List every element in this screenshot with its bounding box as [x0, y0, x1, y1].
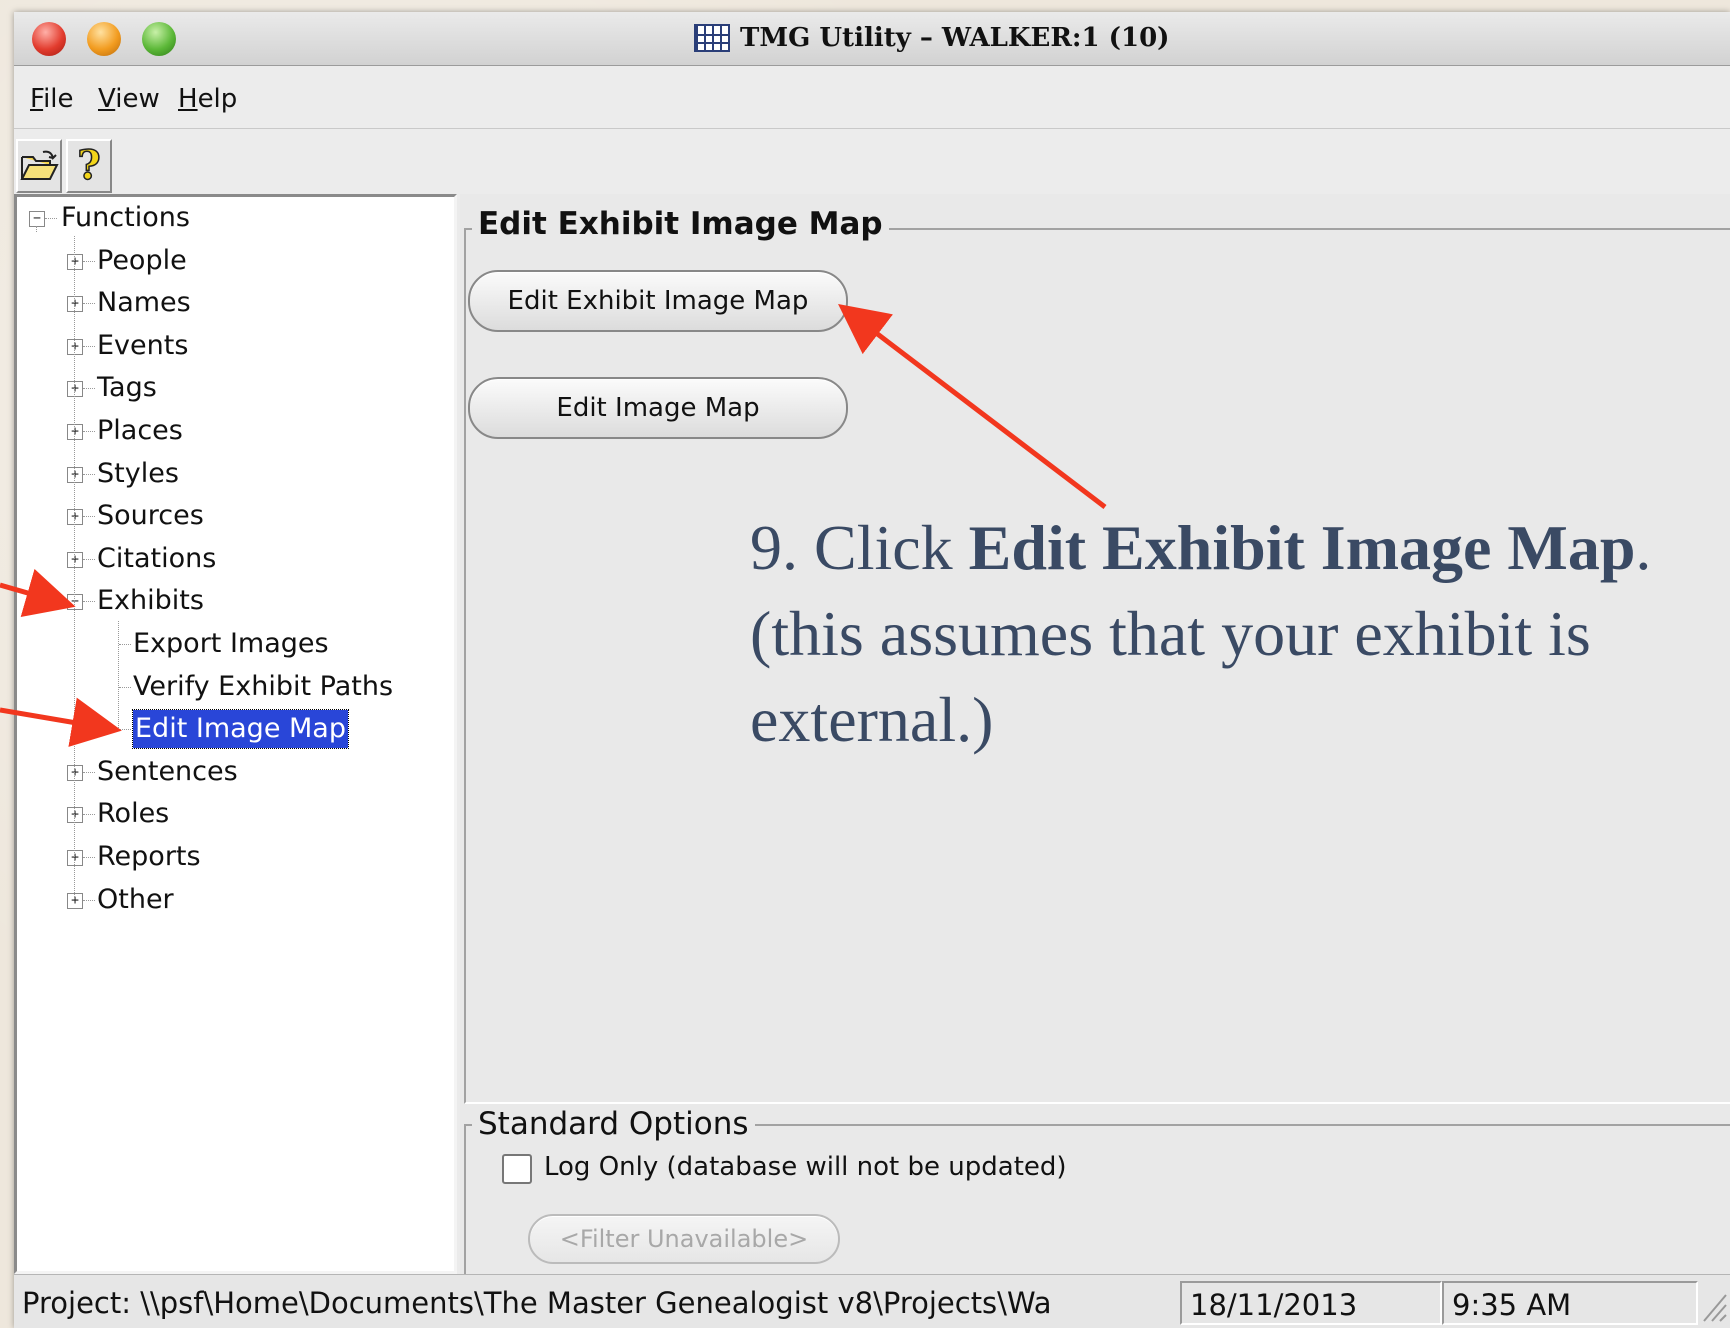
window-title: TMG Utility – WALKER:1 (10)	[740, 23, 1170, 53]
status-bar: Project: \\psf\Home\Documents\The Master…	[14, 1274, 1730, 1328]
resize-grip-icon[interactable]	[1700, 1289, 1728, 1323]
tree-connector	[83, 899, 95, 901]
title-bar: TMG Utility – WALKER:1 (10)	[14, 12, 1730, 66]
tree-connector	[118, 621, 119, 731]
tree-connector	[83, 601, 95, 603]
instruction-line-1: 9. Click Edit Exhibit Image Map.	[750, 505, 1720, 591]
menu-bar: File View Help	[14, 66, 1730, 129]
table-icon	[694, 24, 730, 52]
tree-connector	[36, 226, 37, 232]
tree-node-exhibits[interactable]: Exhibits	[97, 582, 204, 620]
tree-connector	[119, 644, 131, 645]
log-only-label: Log Only (database will not be updated)	[544, 1152, 1067, 1182]
tree-connector	[83, 303, 95, 305]
tree-expander[interactable]: +	[67, 296, 83, 313]
tree-expander[interactable]: +	[67, 807, 83, 824]
tree-node-events[interactable]: Events	[97, 327, 188, 365]
menu-file[interactable]: File	[30, 84, 74, 114]
tree-expander[interactable]: +	[67, 764, 83, 781]
tree-node-places[interactable]: Places	[97, 412, 183, 450]
tree-expander[interactable]: +	[67, 424, 83, 440]
instruction-step: 9. Click	[750, 512, 969, 583]
functions-tree[interactable]: − Functions + People + Names + Events + Tags + Plac…	[14, 194, 457, 1274]
help-icon: ?	[77, 142, 102, 189]
status-date: 18/11/2013	[1180, 1281, 1442, 1325]
zoom-button[interactable]	[142, 22, 176, 56]
instruction-line-2: (this assumes that your exhibit is	[750, 598, 1591, 669]
tree-connector	[83, 345, 95, 347]
tree-node-roles[interactable]: Roles	[97, 795, 169, 833]
status-project-path: Project: \\psf\Home\Documents\The Master…	[22, 1286, 1052, 1320]
tree-node-verify-exhibit-paths[interactable]: Verify Exhibit Paths	[133, 668, 393, 706]
tree-expander[interactable]: −	[67, 594, 83, 611]
tree-connector	[83, 558, 95, 560]
status-time: 9:35 AM	[1442, 1281, 1698, 1325]
tree-node-people[interactable]: People	[97, 242, 187, 280]
tree-node-reports[interactable]: Reports	[97, 838, 201, 876]
help-button[interactable]: ?	[66, 139, 112, 193]
log-only-checkbox[interactable]	[502, 1154, 532, 1184]
tree-expander[interactable]: +	[67, 850, 83, 866]
open-folder-icon	[20, 150, 59, 180]
tree-connector	[83, 260, 95, 262]
edit-image-map-button[interactable]: Edit Image Map	[468, 377, 848, 439]
tree-node-sources[interactable]: Sources	[97, 497, 204, 535]
tree-node-edit-image-map[interactable]: Edit Image Map	[132, 709, 349, 750]
tree-node-citations[interactable]: Citations	[97, 540, 216, 578]
instruction-callout: 9. Click Edit Exhibit Image Map. (this a…	[750, 505, 1720, 763]
close-button[interactable]	[32, 22, 66, 56]
tree-expander[interactable]: +	[67, 253, 83, 270]
tree-connector	[83, 771, 95, 773]
tree-expander[interactable]: +	[67, 466, 83, 483]
menu-help[interactable]: Help	[178, 84, 237, 114]
tree-expander[interactable]: +	[67, 338, 83, 355]
tree-connector	[83, 814, 95, 816]
instruction-line-3: external.)	[750, 684, 994, 755]
menu-view[interactable]: View	[98, 84, 160, 114]
instruction-action: Edit Exhibit Image Map	[968, 512, 1636, 583]
tree-node-names[interactable]: Names	[97, 284, 191, 322]
minimize-button[interactable]	[87, 22, 121, 56]
tree-connector	[83, 473, 95, 475]
toolbar: ?	[14, 129, 1730, 199]
options-title: Standard Options	[472, 1106, 755, 1142]
tree-node-styles[interactable]: Styles	[97, 455, 179, 493]
tree-connector	[119, 729, 131, 731]
tree-node-tags[interactable]: Tags	[97, 369, 157, 407]
tree-node-sentences[interactable]: Sentences	[97, 753, 238, 791]
open-button[interactable]	[16, 139, 62, 193]
window-title-group: TMG Utility – WALKER:1 (10)	[694, 20, 1169, 56]
tree-connector	[119, 686, 131, 688]
edit-exhibit-image-map-button[interactable]: Edit Exhibit Image Map	[468, 270, 848, 332]
tree-node-other[interactable]: Other	[97, 881, 174, 919]
tree-node-export-images[interactable]: Export Images	[133, 625, 329, 663]
tree-expander[interactable]: +	[67, 551, 83, 568]
tree-node-functions[interactable]: Functions	[61, 199, 190, 237]
tree-connector	[83, 388, 95, 390]
group-title: Edit Exhibit Image Map	[472, 206, 889, 242]
tree-connector	[83, 857, 95, 858]
tree-expander[interactable]: +	[67, 892, 83, 909]
filter-button[interactable]: <Filter Unavailable>	[528, 1214, 840, 1264]
tree-connector	[74, 235, 75, 899]
tree-expander[interactable]: −	[29, 211, 45, 227]
tree-connector	[83, 516, 95, 518]
tree-expander[interactable]: +	[67, 509, 83, 526]
instruction-period: .	[1635, 512, 1652, 583]
tree-expander[interactable]: +	[67, 381, 83, 398]
tree-connector	[45, 218, 57, 219]
tree-connector	[83, 431, 95, 432]
